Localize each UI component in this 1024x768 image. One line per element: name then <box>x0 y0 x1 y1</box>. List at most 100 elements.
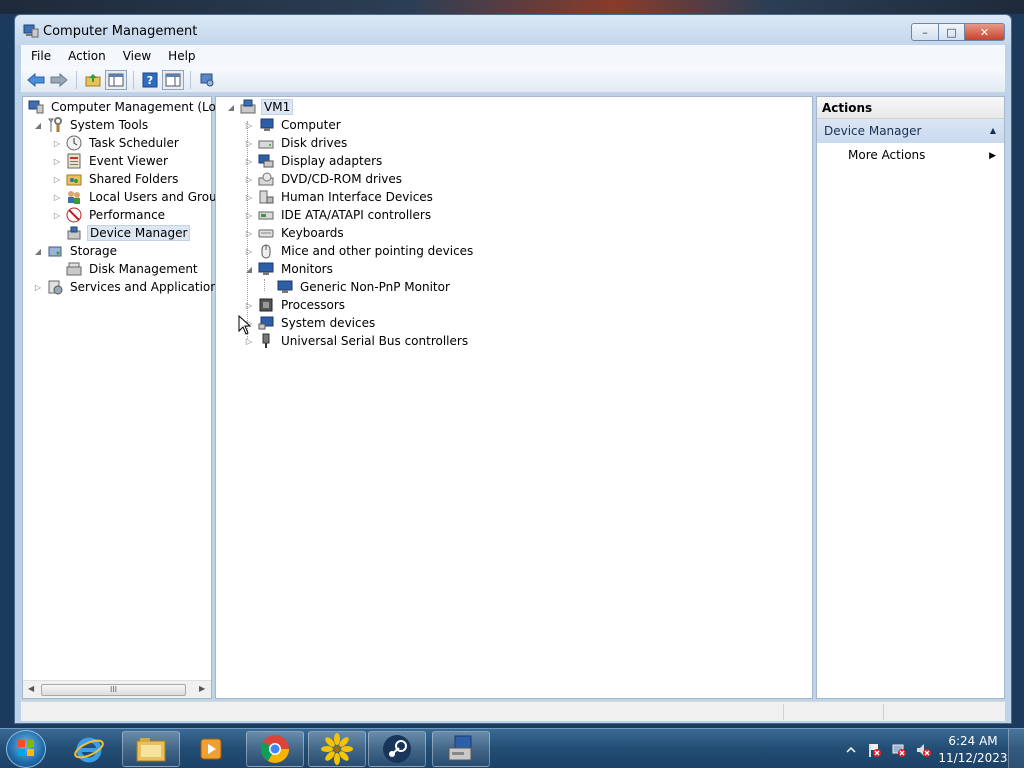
taskbar-internet-explorer[interactable] <box>60 731 118 767</box>
console-tree-pane[interactable]: Computer Management (Local ◢ System Tool… <box>22 96 233 699</box>
show-hide-action-pane-button[interactable] <box>162 69 184 90</box>
tree-label: VM1 <box>261 99 294 115</box>
expand-arrow-icon[interactable]: ▷ <box>244 192 254 202</box>
collapse-arrow-icon[interactable]: ◢ <box>226 102 236 112</box>
tree-label: Monitors <box>281 262 333 276</box>
tree-label: Performance <box>89 208 166 222</box>
tree-item-task-scheduler[interactable]: ▷ Task Scheduler <box>52 134 181 152</box>
action-center-flag-icon[interactable] <box>866 742 882 758</box>
tree-item-storage[interactable]: ◢ Storage <box>33 242 119 260</box>
ide-controller-icon <box>258 211 274 220</box>
volume-muted-icon[interactable] <box>915 742 931 758</box>
hid-icon <box>259 190 274 204</box>
tree-item-local-users-and-groups[interactable]: ▷ Local Users and Groups <box>52 188 233 206</box>
expand-arrow-icon[interactable]: ▷ <box>244 228 254 238</box>
collapse-up-arrow-icon[interactable]: ▲ <box>990 126 996 135</box>
actions-section-device-manager[interactable]: Device Manager ▲ <box>817 119 1004 143</box>
clock-time[interactable]: 6:24 AM <box>938 734 1008 748</box>
collapse-arrow-icon[interactable]: ◢ <box>33 120 43 130</box>
device-category-dvd-cd-rom[interactable]: ▷ DVD/CD-ROM drives <box>244 170 404 188</box>
svg-text:?: ? <box>147 74 153 87</box>
expand-arrow-icon[interactable]: ▷ <box>52 156 62 166</box>
more-actions-item[interactable]: More Actions <box>848 148 925 162</box>
up-folder-icon <box>85 73 101 86</box>
properties-button[interactable] <box>196 70 218 90</box>
device-category-keyboards[interactable]: ▷ Keyboards <box>244 224 346 242</box>
menu-view[interactable]: View <box>123 49 151 63</box>
device-category-monitors[interactable]: ◢ Monitors <box>244 260 335 278</box>
tree-item-system-tools[interactable]: ◢ System Tools <box>33 116 150 134</box>
taskbar-steam[interactable] <box>368 731 426 767</box>
device-category-disk-drives[interactable]: ▷ Disk drives <box>244 134 349 152</box>
taskbar-sunflower-app[interactable] <box>308 731 366 767</box>
maximize-button[interactable]: □ <box>939 23 965 41</box>
menu-action[interactable]: Action <box>68 49 106 63</box>
menu-help[interactable]: Help <box>168 49 195 63</box>
collapse-arrow-icon[interactable]: ◢ <box>33 246 43 256</box>
monitor-icon <box>258 262 274 275</box>
computer-management-icon <box>28 100 44 114</box>
toolbar: ? <box>21 67 1005 93</box>
help-button[interactable]: ? <box>139 70 161 90</box>
network-disconnected-icon[interactable] <box>891 742 907 758</box>
tree-item-disk-management[interactable]: Disk Management <box>65 260 200 278</box>
tree-item-shared-folders[interactable]: ▷ Shared Folders <box>52 170 180 188</box>
expand-arrow-icon[interactable]: ▷ <box>244 210 254 220</box>
collapse-arrow-icon[interactable]: ◢ <box>244 264 254 274</box>
expand-arrow-icon[interactable]: ▷ <box>52 138 62 148</box>
tree-item-services-and-applications[interactable]: ▷ Services and Applications <box>33 278 226 296</box>
taskbar-computer-management[interactable] <box>432 731 490 767</box>
device-category-ide[interactable]: ▷ IDE ATA/ATAPI controllers <box>244 206 433 224</box>
menu-file[interactable]: File <box>31 49 51 63</box>
monitor-icon <box>277 280 293 293</box>
clock-date[interactable]: 11/12/2023 <box>938 751 1008 765</box>
close-button[interactable]: ✕ <box>965 23 1005 41</box>
show-hidden-icons-arrow-icon[interactable] <box>843 742 859 758</box>
show-desktop-button[interactable] <box>1008 729 1024 768</box>
services-icon <box>48 280 63 295</box>
tree-item-event-viewer[interactable]: ▷ Event Viewer <box>52 152 170 170</box>
expand-arrow-icon[interactable]: ▷ <box>244 336 254 346</box>
device-category-hid[interactable]: ▷ Human Interface Devices <box>244 188 435 206</box>
minimize-button[interactable]: – <box>911 23 939 41</box>
tree-item-device-manager[interactable]: Device Manager <box>65 224 191 242</box>
device-tree-root[interactable]: ◢ VM1 <box>226 98 294 116</box>
sunflower-app-icon <box>321 733 353 765</box>
expand-arrow-icon[interactable]: ▷ <box>244 120 254 130</box>
start-button[interactable] <box>6 730 46 768</box>
device-category-usb[interactable]: ▷ Universal Serial Bus controllers <box>244 332 470 350</box>
tree-item-computer-management[interactable]: Computer Management (Local <box>27 98 235 116</box>
taskbar-chrome[interactable] <box>246 731 304 767</box>
expand-arrow-icon[interactable]: ▷ <box>52 192 62 202</box>
device-category-display-adapters[interactable]: ▷ Display adapters <box>244 152 384 170</box>
tree-label: Keyboards <box>281 226 344 240</box>
expand-arrow-icon[interactable]: ▷ <box>244 138 254 148</box>
actions-header: Actions <box>817 97 1004 119</box>
title-bar[interactable]: Computer Management – □ ✕ <box>15 15 1011 45</box>
expand-arrow-icon[interactable]: ▷ <box>33 282 43 292</box>
show-hide-console-tree-button[interactable] <box>105 69 127 90</box>
device-category-computer[interactable]: ▷ Computer <box>244 116 343 134</box>
forward-button[interactable] <box>48 70 70 90</box>
tree-item-performance[interactable]: ▷ Performance <box>52 206 167 224</box>
taskbar-media-player[interactable] <box>182 731 240 767</box>
device-tree-pane[interactable]: ◢ VM1 ▷ Computer ▷ Disk drives ▷ Display… <box>215 96 813 699</box>
device-category-mice[interactable]: ▷ Mice and other pointing devices <box>244 242 475 260</box>
expand-arrow-icon[interactable]: ▷ <box>244 246 254 256</box>
expand-arrow-icon[interactable]: ▷ <box>244 156 254 166</box>
taskbar-file-explorer[interactable] <box>122 731 180 767</box>
horizontal-scrollbar[interactable]: ◀ III ▶ <box>23 680 211 698</box>
expand-arrow-icon[interactable]: ▷ <box>52 174 62 184</box>
scrollbar-thumb[interactable]: III <box>41 684 186 696</box>
back-button[interactable] <box>25 70 47 90</box>
scroll-right-arrow-icon[interactable]: ▶ <box>199 684 205 693</box>
submenu-arrow-icon[interactable]: ▶ <box>989 151 996 161</box>
device-category-system-devices[interactable]: ▷ System devices <box>244 314 377 332</box>
device-generic-monitor[interactable]: Generic Non-PnP Monitor <box>276 278 452 296</box>
up-one-level-button[interactable] <box>82 70 104 90</box>
expand-arrow-icon[interactable]: ▷ <box>244 174 254 184</box>
scroll-left-arrow-icon[interactable]: ◀ <box>28 684 34 693</box>
device-category-processors[interactable]: ▷ Processors <box>244 296 347 314</box>
expand-arrow-icon[interactable]: ▷ <box>52 210 62 220</box>
expand-arrow-icon[interactable]: ▷ <box>244 300 254 310</box>
